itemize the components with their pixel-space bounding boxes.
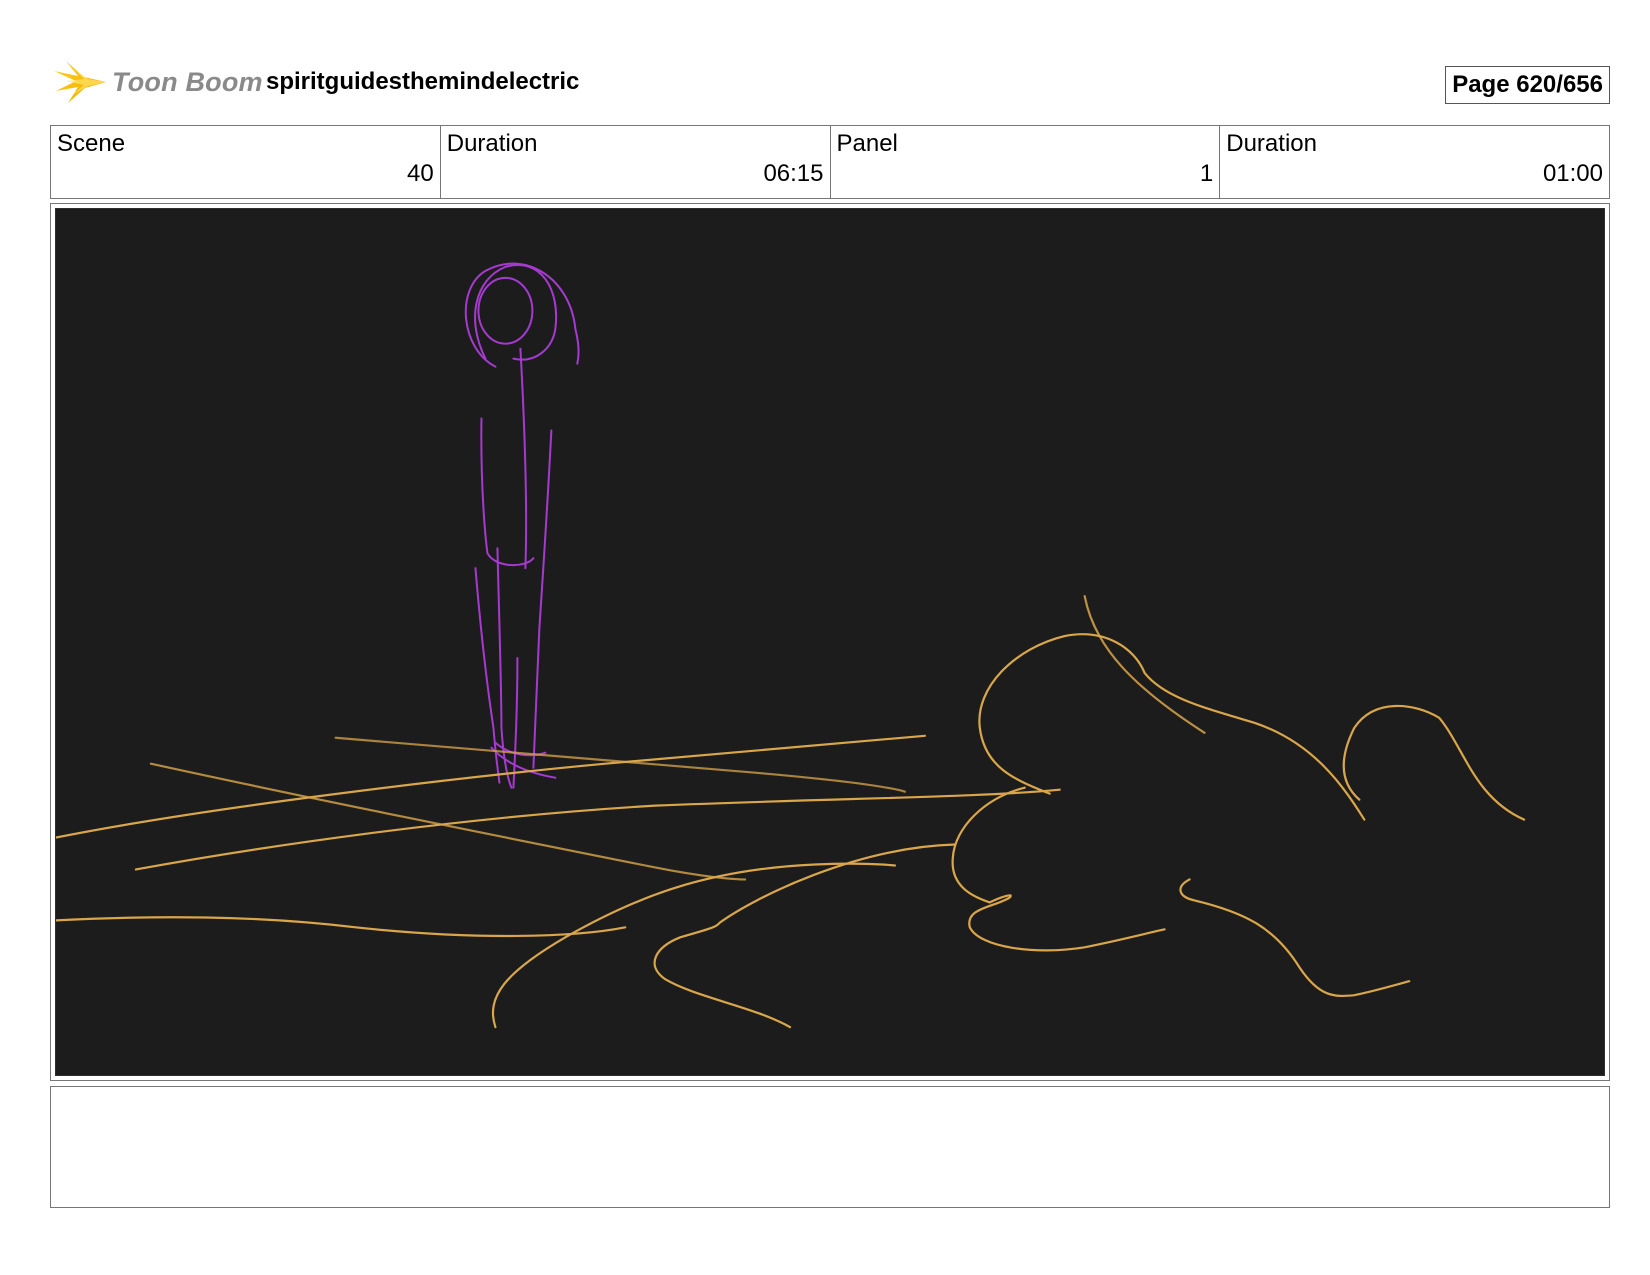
ground-stroke: [56, 916, 627, 938]
panel-notes-box: [50, 1086, 1610, 1208]
logo-wordmark: Toon Boom: [112, 67, 263, 97]
panel-duration-cell: Duration 01:00: [1220, 126, 1609, 198]
figure-sketch: [464, 262, 580, 789]
scene-value: 40: [407, 160, 434, 187]
scene-duration-label: Duration: [446, 130, 538, 157]
panel-duration-value: 01:00: [1542, 160, 1603, 187]
scene-cell: Scene 40: [51, 126, 441, 198]
panel-label: Panel: [836, 130, 898, 157]
rock-stroke: [1083, 595, 1206, 734]
path-stroke: [491, 862, 897, 1029]
panel-sketch: [56, 262, 1526, 1029]
figure-head-stroke: [477, 276, 534, 345]
page-counter: Page 620/656: [1445, 66, 1610, 104]
figure-leg-stroke: [512, 656, 519, 789]
rock-stroke: [1179, 878, 1411, 998]
figure-body-stroke: [519, 347, 528, 570]
scene-info-table: Scene 40 Duration 06:15 Panel 1 Duration…: [50, 125, 1610, 199]
page-header: Toon Boom spiritguidesthemindelectric Pa…: [50, 55, 1610, 107]
path-stroke: [653, 843, 956, 1029]
storyboard-panel-image: [55, 208, 1605, 1076]
panel-cell: Panel 1: [831, 126, 1221, 198]
panel-duration-label: Duration: [1226, 130, 1317, 157]
toon-boom-logo: Toon Boom: [54, 57, 263, 107]
scene-duration-value: 06:15: [763, 160, 824, 187]
figure-leg-stroke: [532, 429, 553, 769]
scene-duration-cell: Duration 06:15: [441, 126, 831, 198]
storyboard-panel-frame: [50, 203, 1610, 1081]
panel-value: 1: [1199, 160, 1214, 187]
scene-label: Scene: [57, 130, 126, 157]
landscape-sketch: [56, 595, 1526, 1029]
project-title: spiritguidesthemindelectric: [266, 68, 580, 95]
starburst-icon: [54, 61, 106, 103]
rock-stroke: [1342, 704, 1526, 821]
rock-stroke: [951, 786, 1166, 952]
